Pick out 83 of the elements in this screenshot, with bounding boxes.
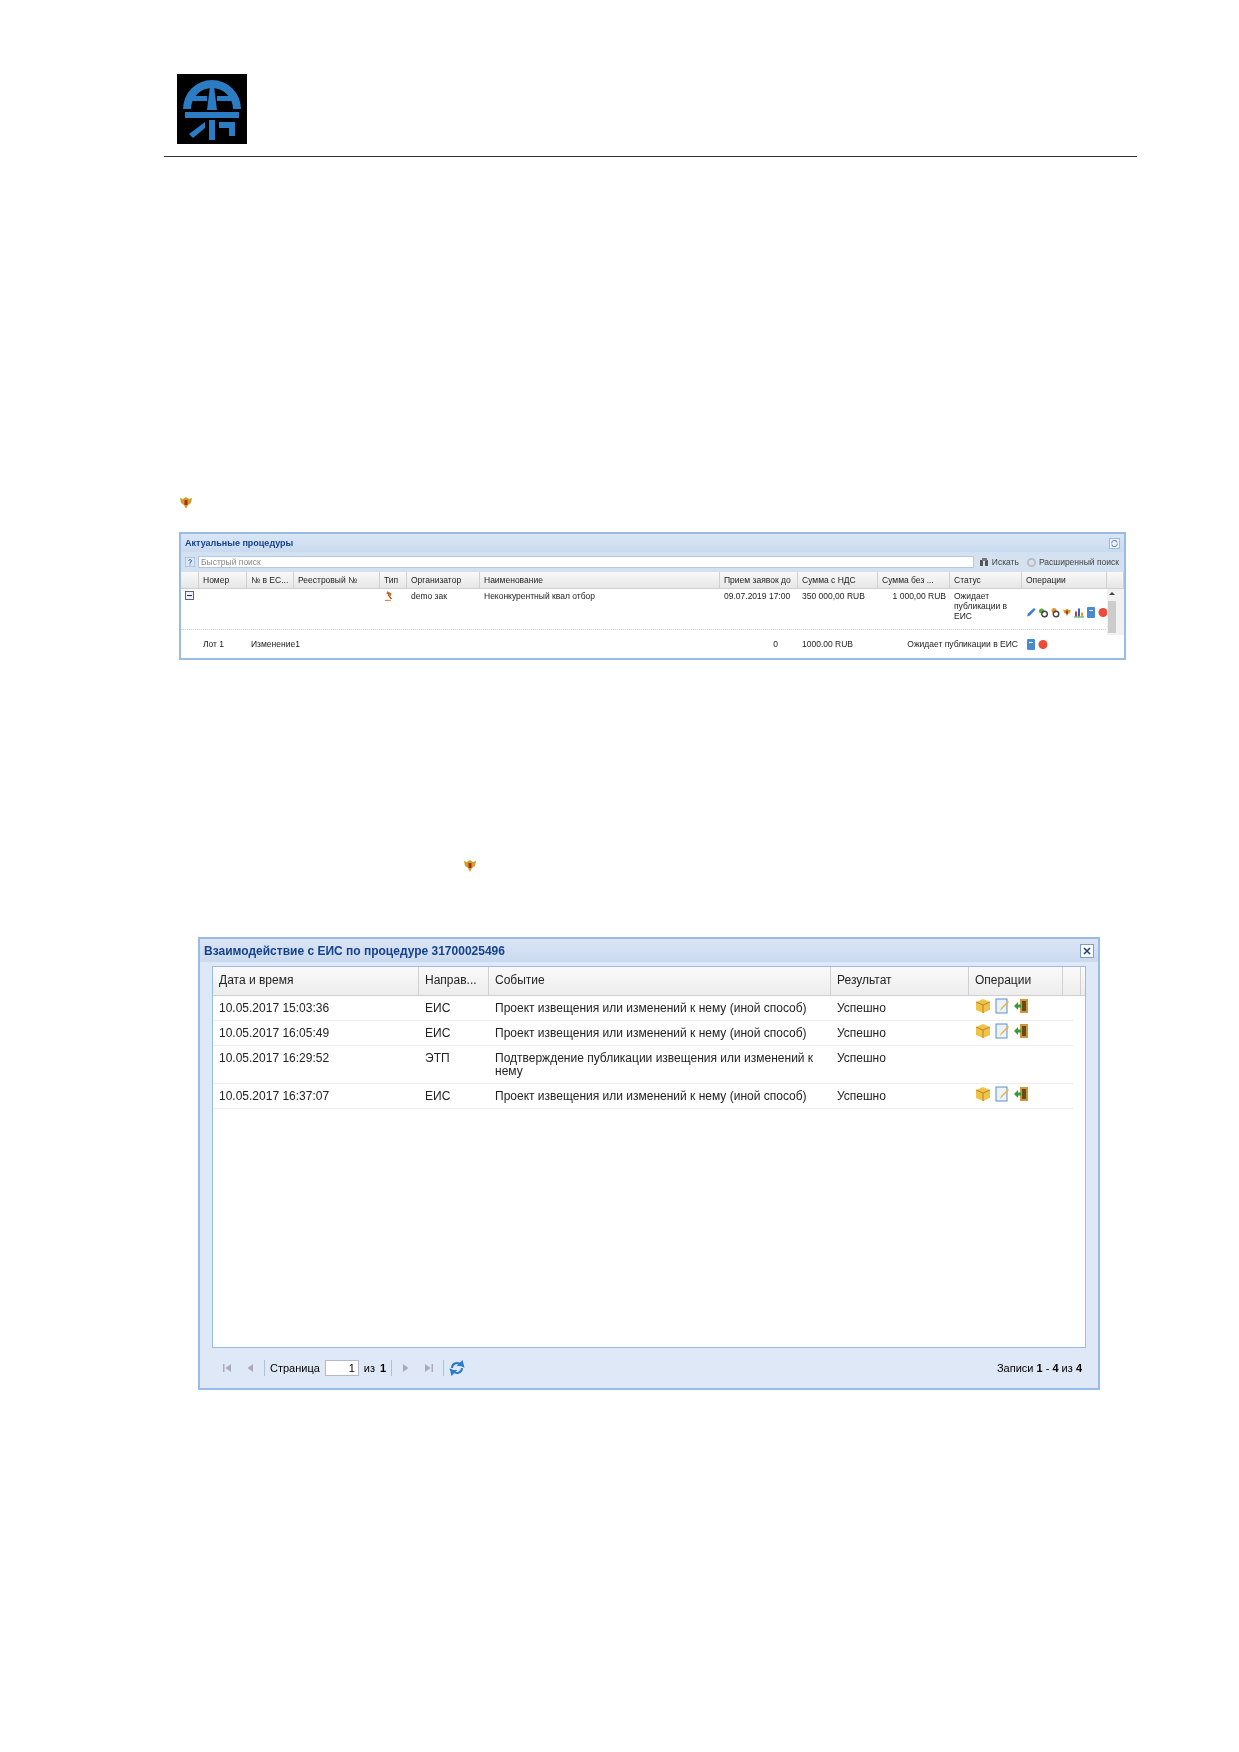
datetime-cell-text: 10.05.2017 16:05:49 bbox=[218, 1025, 331, 1042]
chart-icon[interactable] bbox=[1074, 606, 1084, 618]
document-icon[interactable] bbox=[1026, 638, 1036, 650]
column-header[interactable]: Прием заявок до bbox=[720, 572, 798, 588]
document-icon[interactable] bbox=[1086, 606, 1096, 618]
refresh-button[interactable] bbox=[1109, 537, 1120, 549]
lot-sum-text: 1000.00 RUB bbox=[801, 638, 855, 651]
first-page-icon[interactable] bbox=[222, 1363, 232, 1373]
refresh-icon[interactable] bbox=[449, 1360, 466, 1376]
datetime-cell-text: 10.05.2017 16:29:52 bbox=[218, 1050, 331, 1067]
panel-title: Актуальные процедуры bbox=[185, 538, 294, 548]
page-field[interactable]: 1 bbox=[324, 1360, 359, 1376]
result-cell-text: Успешно bbox=[836, 1025, 887, 1042]
logo-icon bbox=[177, 74, 247, 144]
count-text: 0 bbox=[773, 639, 778, 649]
column-header[interactable]: Тип bbox=[380, 572, 407, 588]
column-header[interactable]: Реестровый № bbox=[294, 572, 380, 588]
package-icon[interactable] bbox=[975, 998, 991, 1014]
total-pages: 1 bbox=[380, 1362, 387, 1374]
gears-icon[interactable] bbox=[1038, 606, 1048, 618]
column-header[interactable]: Событие bbox=[489, 967, 831, 995]
deadline-text: 09.07.2019 17:00 bbox=[723, 590, 792, 603]
column-header[interactable]: Дата и время bbox=[213, 967, 419, 995]
emblem-icon[interactable] bbox=[1062, 606, 1072, 618]
pencil-icon[interactable] bbox=[1026, 606, 1036, 618]
status-dot-icon[interactable] bbox=[1098, 606, 1108, 618]
event-cell-text: Проект извещения или изменений к нему (иной способ) bbox=[494, 1088, 808, 1105]
exit-door-icon[interactable] bbox=[1013, 998, 1029, 1014]
change-text: Изменение1 bbox=[250, 638, 301, 651]
column-header[interactable]: Наименование bbox=[480, 572, 720, 588]
event-cell-text: Проект извещения или изменений к нему (иной способ) bbox=[494, 1000, 808, 1017]
column-header[interactable]: Результат bbox=[831, 967, 969, 995]
search-field[interactable]: Быстрый поиск bbox=[198, 556, 974, 568]
column-header[interactable]: Направ... bbox=[419, 967, 489, 995]
result-cell-text: Успешно bbox=[836, 1088, 887, 1105]
search-button[interactable]: Искать bbox=[977, 557, 1021, 567]
exit-door-icon[interactable] bbox=[1013, 1023, 1029, 1039]
sum-vat-text: 350 000,00 RUB bbox=[801, 590, 866, 603]
help-icon bbox=[185, 557, 195, 567]
event-cell-text: Подтверждение публикации извещения или изменений к нему bbox=[494, 1050, 815, 1080]
column-header[interactable]: Сумма без ... bbox=[878, 572, 950, 588]
emblem-icon bbox=[462, 858, 478, 874]
close-button[interactable] bbox=[1080, 943, 1094, 958]
binoculars-icon bbox=[979, 558, 989, 566]
status-text: Ожидает публикации в ЕИС bbox=[953, 590, 1009, 623]
column-header[interactable]: Сумма с НДС bbox=[798, 572, 878, 588]
result-cell-text: Успешно bbox=[836, 1050, 887, 1067]
column-header[interactable]: Операции bbox=[1022, 572, 1107, 588]
event-cell-text: Проект извещения или изменений к нему (иной способ) bbox=[494, 1025, 808, 1042]
column-header[interactable]: Номер bbox=[199, 572, 247, 588]
lot-number: Лот 1 bbox=[202, 638, 226, 651]
package-icon[interactable] bbox=[975, 1086, 991, 1102]
gavel-icon bbox=[384, 591, 394, 602]
advanced-search-button[interactable]: Расширенный поиск bbox=[1024, 557, 1121, 567]
datetime-cell-text: 10.05.2017 16:37:07 bbox=[218, 1088, 331, 1105]
window-title: Взаимодействие с ЕИС по процедуре 31700025496 bbox=[204, 943, 505, 958]
package-icon[interactable] bbox=[975, 1023, 991, 1039]
page-label: Страница bbox=[270, 1362, 320, 1374]
column-header[interactable]: Организатор bbox=[407, 572, 480, 588]
lot-status-text: Ожидает публикации в ЕИС bbox=[907, 639, 1018, 649]
scrollbar[interactable] bbox=[1107, 589, 1117, 635]
procedure-name: Неконкурентный квал отбор bbox=[483, 590, 596, 603]
previous-page-icon[interactable] bbox=[245, 1363, 255, 1373]
last-page-icon[interactable] bbox=[424, 1363, 435, 1373]
status-dot-icon[interactable] bbox=[1038, 638, 1048, 650]
column-header[interactable]: Операции bbox=[969, 967, 1063, 995]
sum-no-vat-text: 1 000,00 RUB bbox=[891, 590, 947, 603]
collapse-icon[interactable] bbox=[185, 591, 194, 600]
gear-icon bbox=[1026, 557, 1036, 567]
result-cell-text: Успешно bbox=[836, 1000, 887, 1017]
direction-cell-text: ЕИС bbox=[424, 1088, 452, 1105]
of-label: из bbox=[363, 1362, 376, 1374]
direction-cell-text: ЭТП bbox=[424, 1050, 451, 1067]
gear-icon[interactable] bbox=[1050, 606, 1060, 618]
datetime-cell-text: 10.05.2017 15:03:36 bbox=[218, 1000, 331, 1017]
column-header[interactable]: № в ЕС... bbox=[247, 572, 294, 588]
direction-cell-text: ЕИС bbox=[424, 1025, 452, 1042]
records-count: Записи 1 - 4 из 4 bbox=[996, 1362, 1082, 1374]
direction-cell-text: ЕИС bbox=[424, 1000, 452, 1017]
emblem-icon bbox=[178, 495, 194, 511]
column-header[interactable]: Статус bbox=[950, 572, 1022, 588]
organizer-text: demo зак bbox=[410, 590, 448, 603]
exit-door-icon[interactable] bbox=[1013, 1086, 1029, 1102]
